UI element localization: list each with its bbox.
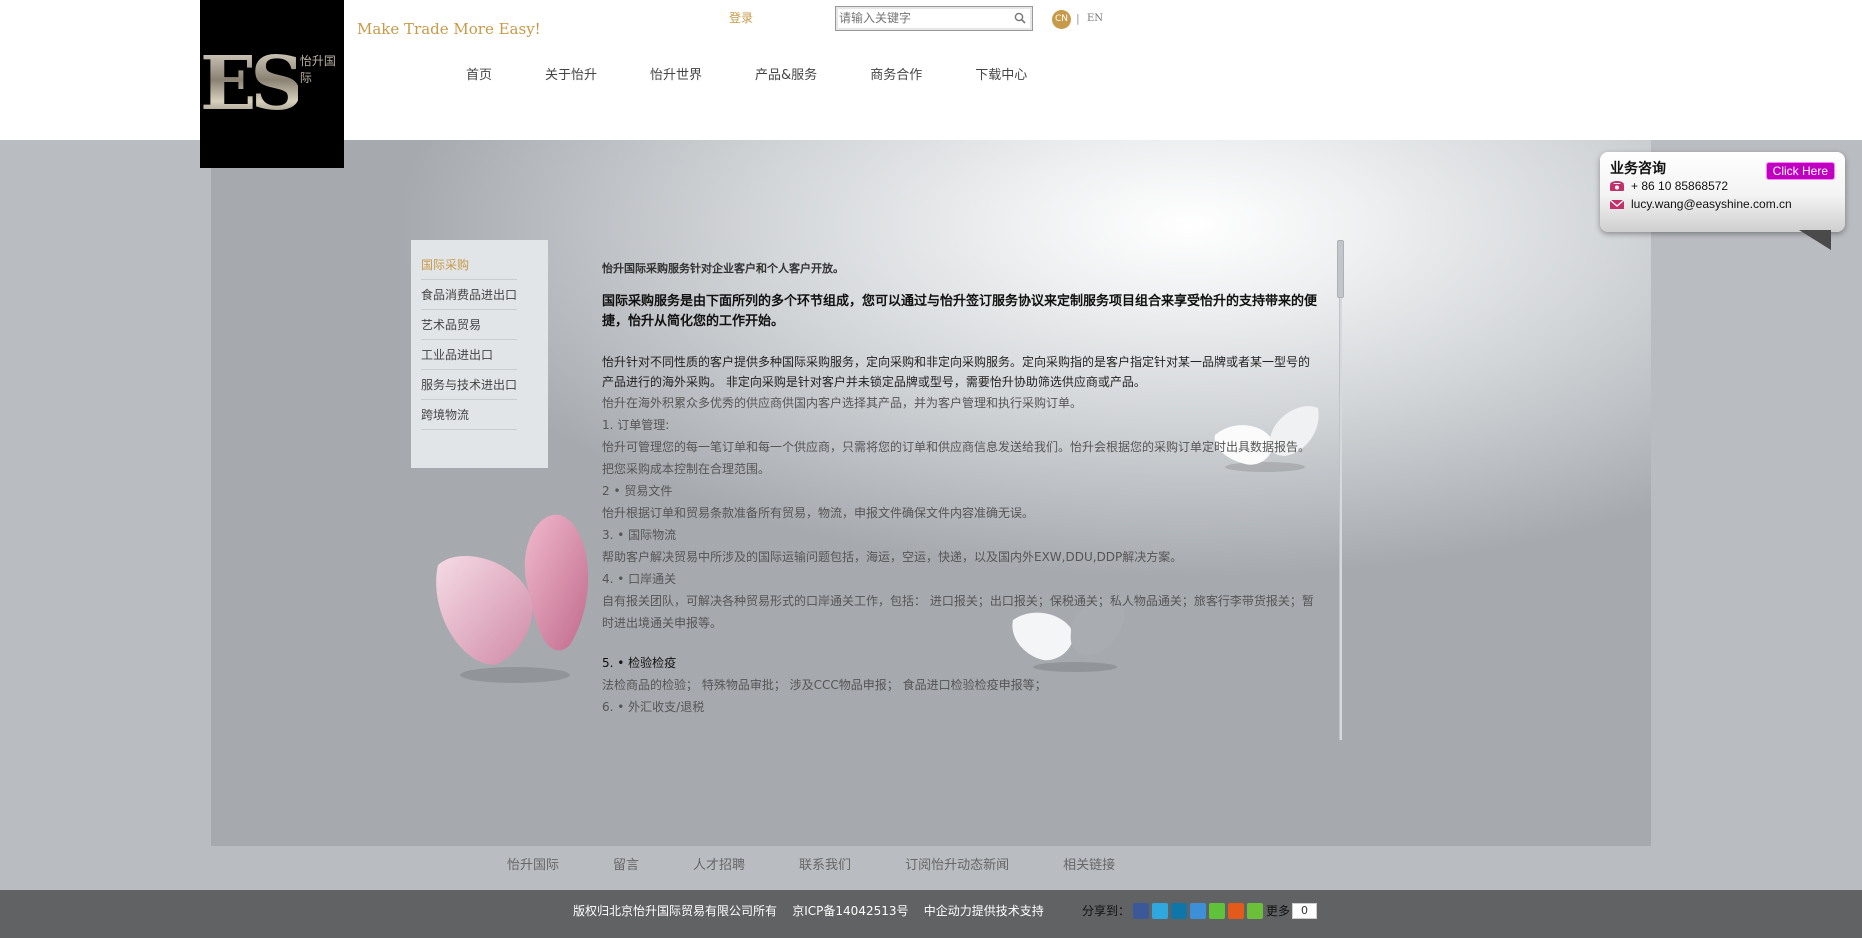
phone-icon — [1610, 181, 1624, 191]
content-lead: 怡升国际采购服务针对企业客户和个人客户开放。 — [602, 262, 844, 275]
section-3-title: 3. • 国际物流 — [602, 528, 677, 542]
content-paragraph-1: 怡升针对不同性质的客户提供多种国际采购服务，定向采购和非定向采购服务。定向采购指… — [602, 355, 1311, 389]
mail-icon — [1609, 199, 1625, 209]
search-box — [835, 6, 1033, 31]
logo-cn-text: 怡升国际 — [299, 54, 336, 85]
share-bar: 分享到： 更多 0 — [1082, 902, 1318, 919]
business-consult-box: 业务咨询 Click Here + 86 10 85868572 lucy.wa… — [1600, 152, 1845, 250]
facebook-icon[interactable] — [1133, 902, 1150, 919]
consult-email-row: lucy.wang@easyshine.com.cn — [1609, 197, 1792, 211]
share-label: 分享到： — [1082, 904, 1131, 918]
sidebar: 国际采购 食品消费品进出口 艺术品贸易 工业品进出口 服务与技术进出口 跨境物流 — [411, 240, 548, 468]
slogan: Make Trade More Easy! — [357, 20, 541, 38]
nav-world[interactable]: 怡升世界 — [650, 64, 702, 83]
linkedin-icon[interactable] — [1171, 902, 1188, 919]
lang-separator: | — [1076, 12, 1080, 25]
pink-butterfly-decoration — [436, 514, 589, 683]
footer-link-message[interactable]: 留言 — [613, 854, 639, 873]
copyright-bar: 版权归北京怡升国际贸易有限公司所有 京ICP备14042513号 中企动力提供技… — [0, 890, 1862, 938]
lang-cn-button[interactable]: CN — [1052, 10, 1071, 29]
weibo-icon[interactable] — [1190, 902, 1207, 919]
section-5-title: 5. • 检验检疫 — [602, 656, 677, 670]
footer-links: 怡升国际 留言 人才招聘 联系我们 订阅怡升动态新闻 相关链接 — [507, 854, 1169, 873]
sidebar-item-intl-procurement[interactable]: 国际采购 — [421, 250, 517, 280]
search-input[interactable] — [836, 7, 1006, 29]
section-3-body: 帮助客户解决贸易中所涉及的国际运输问题包括，海运，空运，快递，以及国内外EXW,… — [602, 550, 1183, 564]
nav-home[interactable]: 首页 — [466, 64, 492, 83]
content-paragraph-2: 怡升在海外积累众多优秀的供应商供国内客户选择其产品，并为客户管理和执行采购订单。 — [602, 396, 1083, 410]
consult-phone: + 86 10 85868572 — [1631, 179, 1729, 193]
consult-click-here-button[interactable]: Click Here — [1765, 162, 1835, 180]
sidebar-item-service-tech[interactable]: 服务与技术进出口 — [421, 370, 517, 400]
wechat-icon[interactable] — [1209, 902, 1226, 919]
footer-link-contact[interactable]: 联系我们 — [799, 854, 851, 873]
logo[interactable]: ES 怡升国际 — [200, 0, 344, 168]
nav-about[interactable]: 关于怡升 — [545, 64, 597, 83]
section-1-title: 1. 订单管理: — [602, 418, 670, 432]
more-share-icon[interactable] — [1247, 902, 1264, 919]
footer-link-related[interactable]: 相关链接 — [1063, 854, 1115, 873]
section-5-body: 法检商品的检验； 特殊物品审批； 涉及CCC物品申报； 食品进口检验检疫申报等； — [602, 678, 1047, 692]
section-1-body: 怡升可管理您的每一笔订单和每一个供应商，只需将您的订单和供应商信息发送给我们。怡… — [602, 440, 1311, 476]
sidebar-item-logistics[interactable]: 跨境物流 — [421, 400, 517, 430]
footer-link-company[interactable]: 怡升国际 — [507, 854, 559, 873]
consult-title: 业务咨询 — [1610, 161, 1666, 177]
section-4-body: 自有报关团队，可解决各种贸易形式的口岸通关工作，包括： 进口报关；出口报关；保税… — [602, 594, 1314, 630]
lang-en-button[interactable]: EN — [1087, 13, 1103, 24]
logo-mark: ES — [200, 41, 304, 127]
section-2-body: 怡升根据订单和贸易条款准备所有贸易，物流，申报文件确保文件内容准确无误。 — [602, 506, 1035, 520]
login-link[interactable]: 登录 — [729, 9, 753, 26]
sidebar-item-art-trade[interactable]: 艺术品贸易 — [421, 310, 517, 340]
section-6-title: 6. • 外汇收支/退税 — [602, 700, 705, 714]
consult-box-tail — [1799, 230, 1831, 250]
section-2-title: 2 • 贸易文件 — [602, 484, 673, 498]
header: ES 怡升国际 Make Trade More Easy! 登录 CN | EN… — [0, 0, 1862, 168]
content-heading: 国际采购服务是由下面所列的多个环节组成，您可以通过与怡升签订服务协议来定制服务项… — [602, 294, 1318, 329]
content-area: 怡升国际采购服务针对企业客户和个人客户开放。 国际采购服务是由下面所列的多个环节… — [602, 258, 1318, 740]
search-icon[interactable] — [1014, 12, 1026, 24]
nav-download[interactable]: 下载中心 — [975, 64, 1027, 83]
share-count: 0 — [1292, 902, 1318, 919]
qzone-icon[interactable] — [1228, 902, 1245, 919]
content-scrollbar-track[interactable] — [1339, 240, 1342, 740]
sidebar-item-industrial[interactable]: 工业品进出口 — [421, 340, 517, 370]
sidebar-item-food-consumer[interactable]: 食品消费品进出口 — [421, 280, 517, 310]
nav-business[interactable]: 商务合作 — [870, 64, 922, 83]
content-scrollbar-thumb[interactable] — [1337, 240, 1344, 298]
consult-phone-row: + 86 10 85868572 — [1609, 179, 1728, 193]
footer-link-jobs[interactable]: 人才招聘 — [693, 854, 745, 873]
main-nav: 首页 关于怡升 怡升世界 产品&服务 商务合作 下载中心 — [466, 64, 1080, 83]
copyright-text: 版权归北京怡升国际贸易有限公司所有 京ICP备14042513号 中企动力提供技… — [573, 904, 1044, 918]
share-more-label[interactable]: 更多 — [1266, 902, 1290, 919]
footer-link-subscribe[interactable]: 订阅怡升动态新闻 — [905, 854, 1009, 873]
section-4-title: 4. • 口岸通关 — [602, 572, 677, 586]
nav-products[interactable]: 产品&服务 — [755, 64, 817, 83]
twitter-icon[interactable] — [1152, 902, 1169, 919]
consult-email[interactable]: lucy.wang@easyshine.com.cn — [1631, 197, 1792, 211]
